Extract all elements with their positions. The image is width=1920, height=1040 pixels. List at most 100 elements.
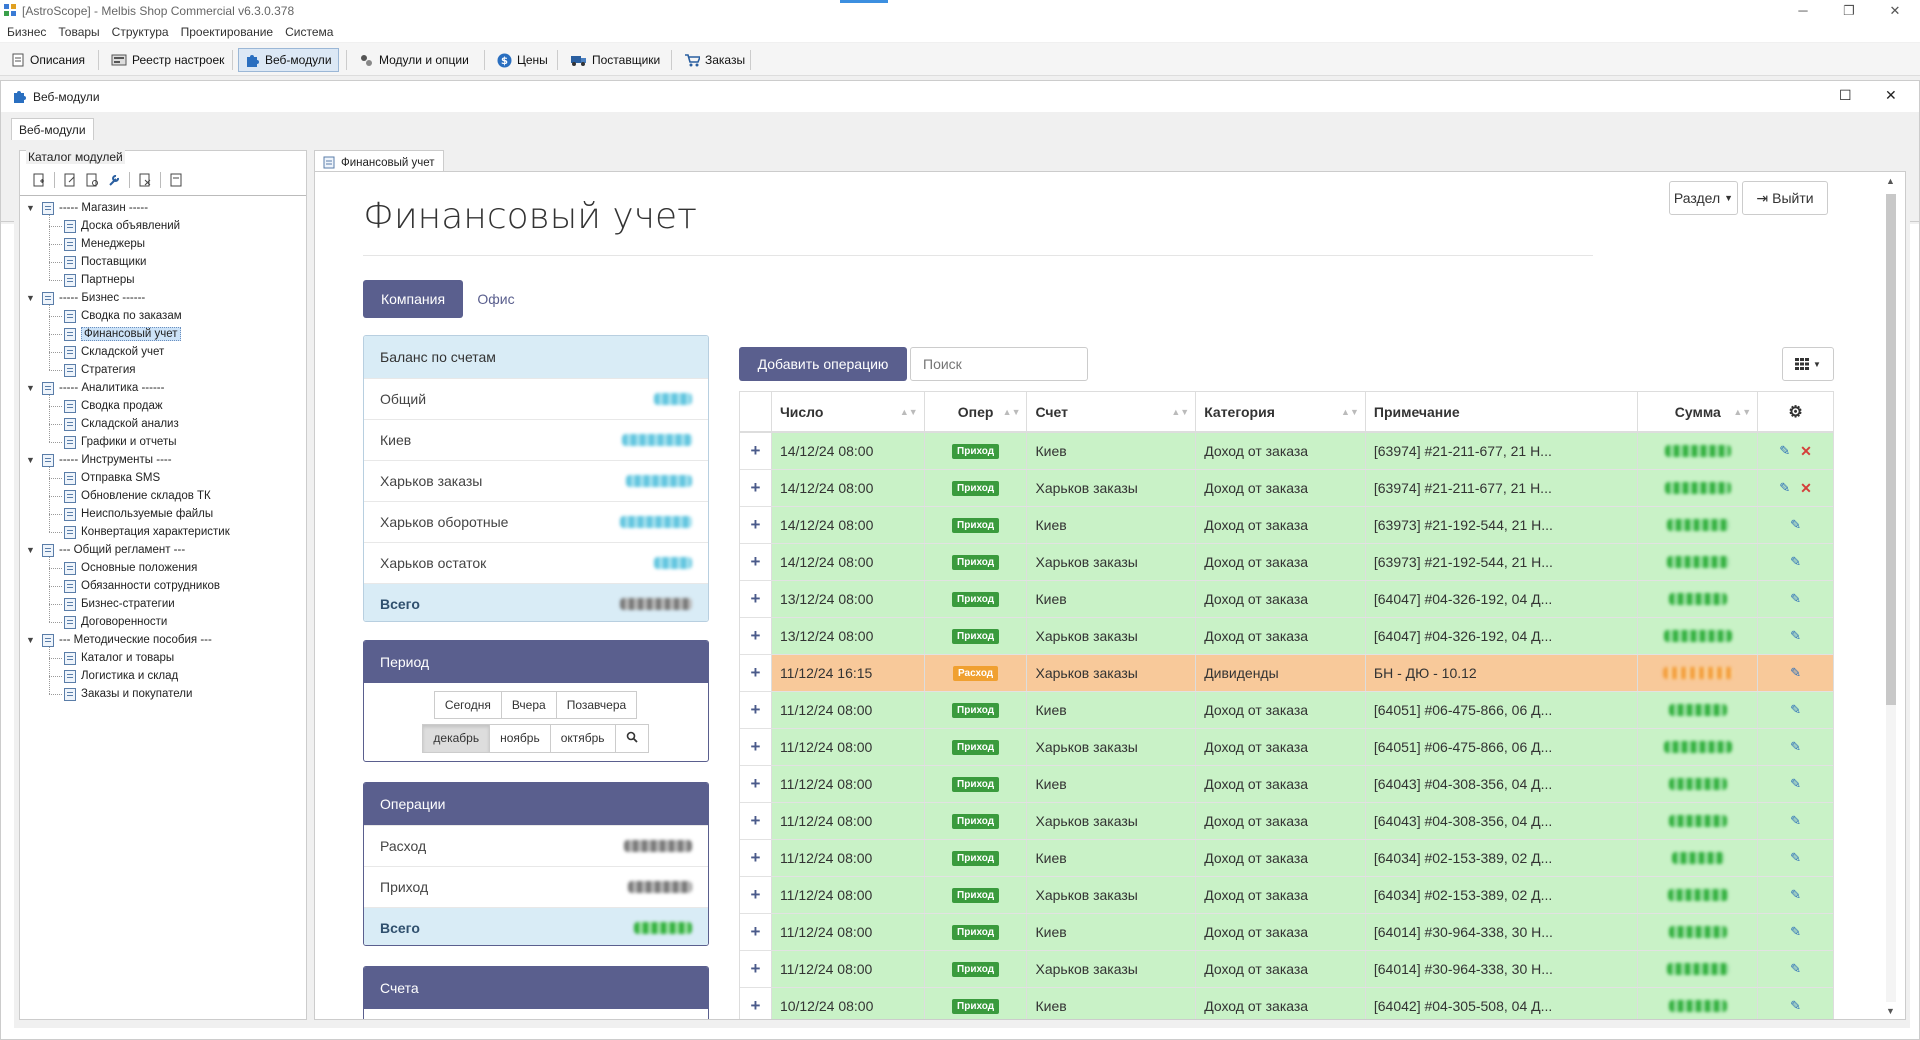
tree-item[interactable]: Финансовый учет — [64, 325, 181, 343]
expand-row-button[interactable]: + — [740, 877, 772, 913]
edit-icon[interactable]: ✎ — [1790, 665, 1801, 681]
filter-november[interactable]: ноябрь — [489, 724, 551, 753]
toolbar-webmodules-button[interactable]: Веб-модули — [238, 48, 339, 72]
toolbar-orders-button[interactable]: Заказы — [677, 48, 752, 72]
toolbar-prices-button[interactable]: $ Цены — [490, 48, 555, 72]
table-row[interactable]: +11/12/24 08:00 Приход Харьков заказы Доход… — [740, 803, 1833, 840]
tree-item[interactable]: Отправка SMS — [64, 469, 160, 487]
tree-group[interactable]: ▼ --- Методические пособия --- — [26, 631, 212, 649]
expand-row-button[interactable]: + — [740, 803, 772, 839]
table-row[interactable]: +14/12/24 08:00 Приход Киев Доход от заказа… — [740, 433, 1833, 470]
expand-row-button[interactable]: + — [740, 470, 772, 506]
edit-icon[interactable]: ✎ — [1790, 628, 1801, 644]
expand-row-button[interactable]: + — [740, 618, 772, 654]
expand-row-button[interactable]: + — [740, 840, 772, 876]
tree-item[interactable]: Складской учет — [64, 343, 164, 361]
expand-icon[interactable]: ▼ — [26, 635, 36, 645]
module-info-icon[interactable] — [165, 171, 187, 189]
edit-icon[interactable]: ✎ — [1790, 554, 1801, 570]
expand-icon[interactable]: ▼ — [26, 203, 36, 213]
menu-business[interactable]: Бизнес — [0, 22, 51, 39]
tree-item[interactable]: Обновление складов ТК — [64, 487, 211, 505]
table-row[interactable]: +13/12/24 08:00 Приход Киев Доход от заказа… — [740, 581, 1833, 618]
filter-december[interactable]: декабрь — [422, 724, 491, 753]
expand-icon[interactable]: ▼ — [26, 383, 36, 393]
table-row[interactable]: +11/12/24 08:00 Приход Харьков заказы Доход… — [740, 951, 1833, 988]
expand-row-button[interactable]: + — [740, 914, 772, 950]
delete-icon[interactable]: ✕ — [1800, 480, 1812, 497]
tab-webmodules[interactable]: Веб-модули — [11, 118, 94, 140]
expand-row-button[interactable]: + — [740, 951, 772, 987]
balance-row[interactable]: Харьков заказы — [364, 460, 708, 501]
delete-module-icon[interactable] — [134, 171, 156, 189]
balance-row[interactable]: Общий — [364, 378, 708, 419]
minimize-button[interactable]: ─ — [1780, 2, 1826, 20]
tree-item[interactable]: Договоренности — [64, 613, 167, 631]
tree-item[interactable]: Неиспользуемые файлы — [64, 505, 213, 523]
search-input[interactable] — [910, 347, 1088, 381]
close-button[interactable]: ✕ — [1872, 2, 1918, 20]
expand-row-button[interactable]: + — [740, 581, 772, 617]
tree-item[interactable]: Конвертация характеристик — [64, 523, 230, 541]
expand-row-button[interactable]: + — [740, 433, 772, 469]
table-row[interactable]: +14/12/24 08:00 Приход Харьков заказы Доход… — [740, 470, 1833, 507]
inner-close-button[interactable]: ✕ — [1885, 87, 1897, 104]
menu-structure[interactable]: Структура — [105, 22, 174, 39]
edit-module-icon[interactable] — [59, 171, 81, 189]
tab-financial-accounting[interactable]: Финансовый учет — [314, 150, 444, 171]
vertical-scrollbar[interactable]: ▲ ▼ — [1876, 172, 1905, 1019]
exit-button[interactable]: ⇥ Выйти — [1742, 181, 1828, 215]
edit-icon[interactable]: ✎ — [1790, 591, 1801, 607]
toolbar-descriptions-button[interactable]: Описания — [4, 48, 92, 72]
balance-row[interactable]: Харьков остаток — [364, 542, 708, 583]
expand-icon[interactable]: ▼ — [26, 293, 36, 303]
tree-item[interactable]: Складской анализ — [64, 415, 179, 433]
edit-icon[interactable]: ✎ — [1790, 998, 1801, 1014]
filter-day-before[interactable]: Позавчера — [555, 691, 638, 719]
toolbar-registry-button[interactable]: Реестр настроек — [104, 48, 231, 72]
tree-item[interactable]: Сводка продаж — [64, 397, 163, 415]
table-settings-button[interactable]: ⚙ — [1758, 392, 1833, 431]
tab-company[interactable]: Компания — [363, 280, 463, 318]
expand-row-button[interactable]: + — [740, 729, 772, 765]
tree-item[interactable]: Основные положения — [64, 559, 197, 577]
edit-icon[interactable]: ✎ — [1790, 702, 1801, 718]
toolbar-modules-button[interactable]: Модули и опции — [352, 48, 476, 72]
col-category-header[interactable]: Категория ▲▼ — [1196, 392, 1366, 431]
period-search-button[interactable] — [614, 724, 649, 753]
tab-office[interactable]: Офис — [463, 280, 529, 318]
edit-icon[interactable]: ✎ — [1790, 739, 1801, 755]
table-row[interactable]: +11/12/24 08:00 Приход Киев Доход от заказа… — [740, 914, 1833, 951]
tree-item[interactable]: Графики и отчеты — [64, 433, 176, 451]
edit-icon[interactable]: ✎ — [1790, 924, 1801, 940]
filter-october[interactable]: октябрь — [549, 724, 616, 753]
tree-item[interactable]: Партнеры — [64, 271, 134, 289]
table-row[interactable]: +11/12/24 08:00 Приход Харьков заказы Доход… — [740, 877, 1833, 914]
table-row[interactable]: +13/12/24 08:00 Приход Харьков заказы Доход… — [740, 618, 1833, 655]
table-row[interactable]: +11/12/24 08:00 Приход Харьков заказы Доход… — [740, 729, 1833, 766]
tree-item[interactable]: Сводка по заказам — [64, 307, 182, 325]
tree-group[interactable]: ▼ ----- Инструменты ---- — [26, 451, 172, 469]
wrench-icon[interactable] — [103, 171, 125, 189]
tree-item[interactable]: Каталог и товары — [64, 649, 174, 667]
expand-row-button[interactable]: + — [740, 692, 772, 728]
edit-icon[interactable]: ✎ — [1790, 850, 1801, 866]
menu-system[interactable]: Система — [278, 22, 338, 39]
tree-item[interactable]: Обязанности сотрудников — [64, 577, 220, 595]
table-row[interactable]: +11/12/24 16:15 Расход Харьков заказы Дивид… — [740, 655, 1833, 692]
tree-item[interactable]: Поставщики — [64, 253, 146, 271]
tree-item[interactable]: Заказы и покупатели — [64, 685, 192, 703]
balance-row[interactable]: Киев — [364, 419, 708, 460]
scroll-up-icon[interactable]: ▲ — [1886, 176, 1895, 186]
tree-item[interactable]: Стратегия — [64, 361, 136, 379]
edit-icon[interactable]: ✎ — [1790, 517, 1801, 533]
columns-toggle-button[interactable]: ▼ — [1782, 347, 1834, 381]
col-sum-header[interactable]: Сумма ▲▼ — [1638, 392, 1759, 431]
menu-design[interactable]: Проектирование — [174, 22, 279, 39]
menu-goods[interactable]: Товары — [51, 22, 104, 39]
table-row[interactable]: +14/12/24 08:00 Приход Харьков заказы Доход… — [740, 544, 1833, 581]
add-module-icon[interactable] — [28, 171, 50, 189]
expand-row-button[interactable]: + — [740, 655, 772, 691]
expand-icon[interactable]: ▼ — [26, 455, 36, 465]
table-row[interactable]: +11/12/24 08:00 Приход Киев Доход от заказа… — [740, 840, 1833, 877]
